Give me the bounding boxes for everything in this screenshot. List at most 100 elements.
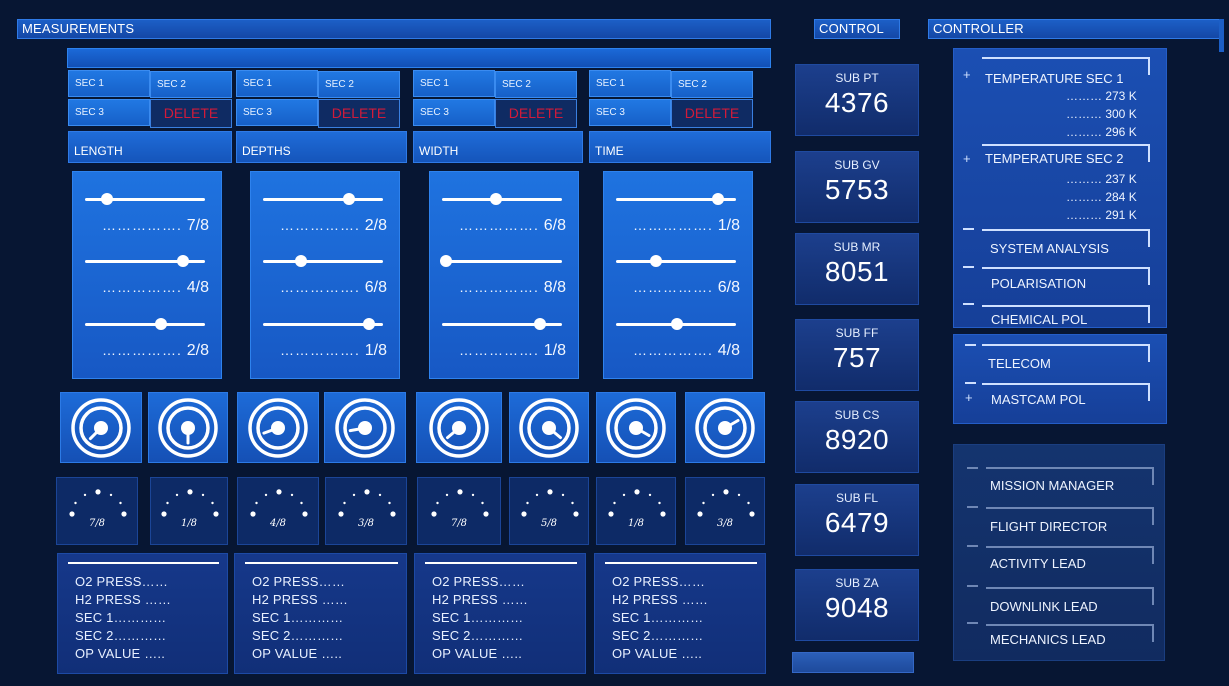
downlink-lead-item[interactable]: DOWNLINK LEAD — [990, 599, 1098, 614]
slider-knob[interactable] — [650, 255, 662, 267]
readout-row: SEC 2………… — [75, 628, 167, 643]
slider-track[interactable] — [616, 318, 736, 330]
slider-track[interactable] — [616, 193, 736, 205]
delete-button-1[interactable]: DELETE — [150, 99, 232, 128]
stat-card-3[interactable]: SUB MR 8051 — [795, 233, 919, 305]
slider-track[interactable] — [85, 255, 205, 267]
slider-knob[interactable] — [177, 255, 189, 267]
readout-panel-3: O2 PRESS…… H2 PRESS …… SEC 1………… SEC 2………… O… — [414, 553, 586, 674]
control-footer-bar[interactable] — [792, 652, 914, 673]
sec1-button-1[interactable]: SEC 1 — [68, 70, 150, 97]
slider-knob[interactable] — [101, 193, 113, 205]
slider-knob[interactable] — [363, 318, 375, 330]
dial-knob-4[interactable] — [324, 392, 406, 463]
slider-knob[interactable] — [295, 255, 307, 267]
dial-knob-7[interactable] — [596, 392, 676, 463]
collapse-dash-icon[interactable] — [967, 622, 978, 624]
dial-knob-5[interactable] — [416, 392, 502, 463]
temp1-value-2: ……… 300 K — [1066, 107, 1137, 121]
readout-divider — [68, 562, 219, 564]
flight-director-item[interactable]: FLIGHT DIRECTOR — [990, 519, 1107, 534]
slider-track[interactable] — [85, 193, 205, 205]
slider-knob[interactable] — [490, 193, 502, 205]
expand-plus-icon[interactable]: + — [963, 67, 971, 82]
dotted-leader: ……………. — [101, 217, 187, 233]
polarisation-item[interactable]: POLARISATION — [991, 276, 1086, 291]
temperature-sec2-title[interactable]: TEMPERATURE SEC 2 — [985, 151, 1123, 166]
telecom-item[interactable]: TELECOM — [988, 356, 1051, 371]
slider-track[interactable] — [442, 318, 562, 330]
sec3-button-4[interactable]: SEC 3 — [589, 99, 671, 126]
readout-row: SEC 2………… — [612, 628, 704, 643]
system-analysis-item[interactable]: SYSTEM ANALYSIS — [990, 241, 1109, 256]
slider-track[interactable] — [263, 193, 383, 205]
dial-knob-2[interactable] — [148, 392, 228, 463]
collapse-dash-icon[interactable] — [967, 585, 978, 587]
slider-value: ……………. 1/8 — [633, 217, 740, 235]
stat-card-7[interactable]: SUB ZA 9048 — [795, 569, 919, 641]
sec1-button-2[interactable]: SEC 1 — [236, 70, 318, 97]
stat-card-2[interactable]: SUB GV 5753 — [795, 151, 919, 223]
stat-card-6[interactable]: SUB FL 6479 — [795, 484, 919, 556]
expand-plus-icon[interactable]: + — [963, 151, 971, 166]
sec3-button-2[interactable]: SEC 3 — [236, 99, 318, 126]
mission-manager-item[interactable]: MISSION MANAGER — [990, 478, 1114, 493]
slider-track[interactable] — [616, 255, 736, 267]
slider-knob[interactable] — [712, 193, 724, 205]
sec1-button-3[interactable]: SEC 1 — [413, 70, 495, 97]
chemical-pol-item[interactable]: CHEMICAL POL — [991, 312, 1087, 327]
stat-card-4[interactable]: SUB FF 757 — [795, 319, 919, 391]
expand-plus-icon[interactable]: + — [965, 390, 973, 405]
mechanics-lead-item[interactable]: MECHANICS LEAD — [990, 632, 1106, 647]
slider-track[interactable] — [85, 318, 205, 330]
slider-track[interactable] — [263, 318, 383, 330]
slider-knob[interactable] — [534, 318, 546, 330]
slider-track[interactable] — [442, 193, 562, 205]
sec2-button-1[interactable]: SEC 2 — [150, 71, 232, 98]
collapse-dash-icon[interactable] — [963, 228, 974, 230]
stat-value: 9048 — [824, 592, 890, 623]
stat-value: 8051 — [824, 256, 890, 287]
dial-knob-8[interactable] — [685, 392, 765, 463]
fraction-label: 6/8 — [364, 279, 387, 296]
slider-knob[interactable] — [671, 318, 683, 330]
collapse-dash-icon[interactable] — [967, 545, 978, 547]
collapse-dash-icon[interactable] — [965, 382, 976, 384]
sec3-button-1[interactable]: SEC 3 — [68, 99, 150, 126]
sec2-button-4[interactable]: SEC 2 — [671, 71, 753, 98]
slider-value: ……………. 6/8 — [633, 279, 740, 297]
slider-track[interactable] — [440, 255, 562, 267]
readout-divider — [605, 562, 757, 564]
mastcam-pol-item[interactable]: MASTCAM POL — [991, 392, 1086, 407]
slider-knob[interactable] — [155, 318, 167, 330]
controller-panel-comms: TELECOM + MASTCAM POL — [953, 334, 1167, 424]
slider-knob[interactable] — [440, 255, 452, 267]
delete-button-3[interactable]: DELETE — [495, 99, 577, 128]
fraction-label: 7/8 — [186, 217, 209, 234]
temperature-sec1-title[interactable]: TEMPERATURE SEC 1 — [985, 71, 1123, 86]
dial-knob-6[interactable] — [509, 392, 589, 463]
sec2-button-2[interactable]: SEC 2 — [318, 71, 400, 98]
sec2-button-3[interactable]: SEC 2 — [495, 71, 577, 98]
collapse-dash-icon[interactable] — [965, 344, 976, 346]
slider-track[interactable] — [263, 255, 383, 267]
measurements-title: MEASUREMENTS — [22, 21, 135, 36]
delete-button-2[interactable]: DELETE — [318, 99, 400, 128]
stat-card-5[interactable]: SUB CS 8920 — [795, 401, 919, 473]
dial-knob-3[interactable] — [237, 392, 319, 463]
collapse-dash-icon[interactable] — [967, 467, 978, 469]
collapse-dash-icon[interactable] — [967, 506, 978, 508]
sec3-button-3[interactable]: SEC 3 — [413, 99, 495, 126]
activity-lead-item[interactable]: ACTIVITY LEAD — [990, 556, 1086, 571]
collapse-dash-icon[interactable] — [963, 266, 974, 268]
dial-knob-1[interactable] — [60, 392, 142, 463]
slider-knob[interactable] — [343, 193, 355, 205]
readout-row: H2 PRESS …… — [432, 592, 529, 607]
dotted-leader: ……………. — [101, 279, 187, 295]
slider-panel-1: ……………. 7/8……………. 4/8……………. 2/8 — [72, 171, 222, 379]
sec1-button-4[interactable]: SEC 1 — [589, 70, 671, 97]
collapse-dash-icon[interactable] — [963, 303, 974, 305]
stat-card-1[interactable]: SUB PT 4376 — [795, 64, 919, 136]
delete-button-4[interactable]: DELETE — [671, 99, 753, 128]
gauge-4: 3/8 — [325, 477, 407, 545]
